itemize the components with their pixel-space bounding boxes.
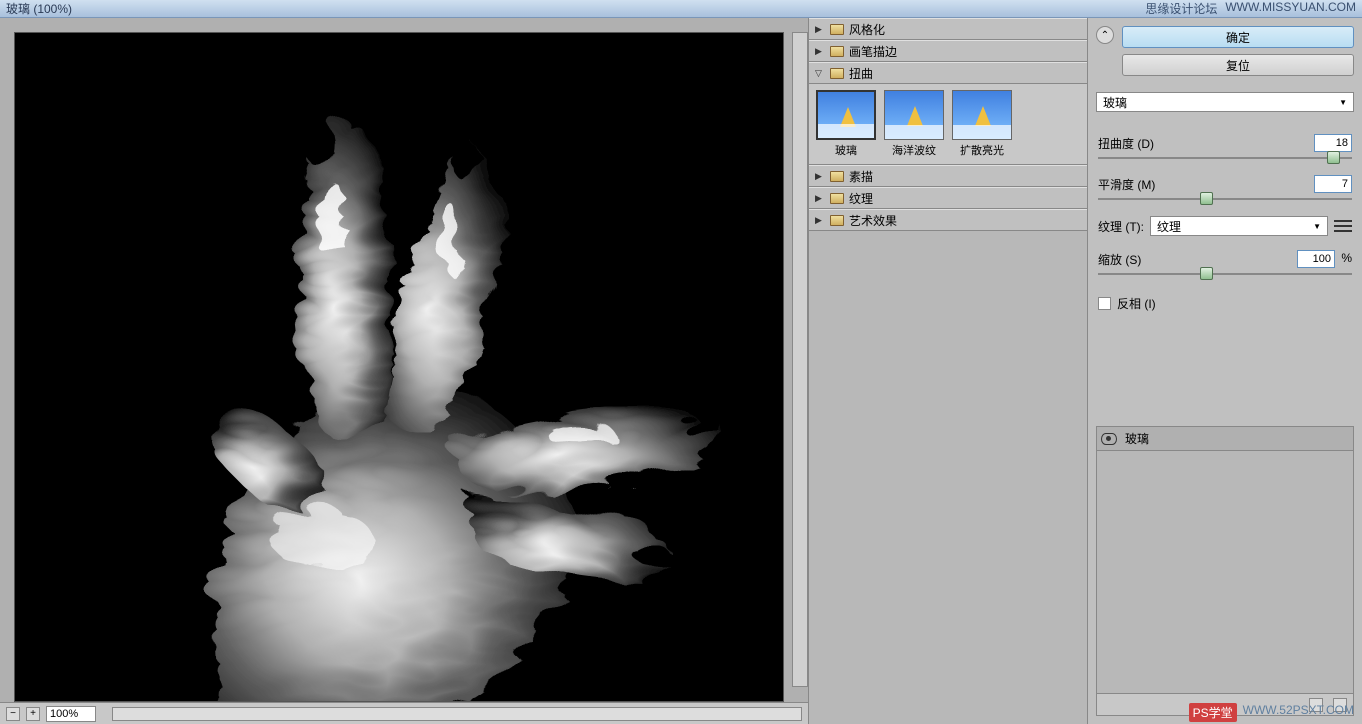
tree-label: 扭曲	[849, 65, 873, 82]
texture-select[interactable]: 纹理	[1150, 216, 1328, 236]
folder-icon	[830, 46, 844, 57]
expand-arrow-icon: ▶	[815, 46, 825, 57]
branding: 思缘设计论坛 WWW.MISSYUAN.COM	[1145, 0, 1356, 17]
param-smoothness: 平滑度 (M)	[1098, 175, 1352, 202]
zoom-field[interactable]	[46, 706, 96, 722]
effect-layers-panel: 玻璃	[1096, 426, 1354, 716]
invert-label: 反相 (I)	[1117, 295, 1156, 312]
params-panel: 扭曲度 (D) 平滑度 (M)	[1096, 126, 1354, 418]
tree-label: 素描	[849, 168, 873, 185]
collapse-arrow-icon: ▽	[815, 68, 825, 79]
reset-button[interactable]: 复位	[1122, 54, 1354, 76]
tree-item-texture[interactable]: ▶ 纹理	[809, 187, 1087, 209]
folder-icon	[830, 68, 844, 79]
preview-canvas[interactable]	[14, 32, 784, 702]
forum-url: WWW.MISSYUAN.COM	[1225, 0, 1356, 17]
param-invert: 反相 (I)	[1098, 295, 1352, 312]
texture-label: 纹理 (T):	[1098, 218, 1144, 235]
layer-row[interactable]: 玻璃	[1097, 427, 1353, 451]
slider-thumb[interactable]	[1200, 192, 1213, 205]
scaling-value[interactable]	[1297, 250, 1335, 268]
param-scaling: 缩放 (S) %	[1098, 250, 1352, 277]
main-area: − + ▶ 风格化 ▶ 画笔描边 ▽	[0, 18, 1362, 724]
thumb-image	[952, 90, 1012, 140]
canvas-wrap	[0, 18, 808, 702]
thumb-label: 玻璃	[835, 142, 857, 158]
folder-icon	[830, 24, 844, 35]
smoothness-label: 平滑度 (M)	[1098, 176, 1155, 193]
folder-icon	[830, 215, 844, 226]
smoothness-slider[interactable]	[1098, 196, 1352, 202]
watermark-url: WWW.52PSXT.COM	[1243, 703, 1354, 722]
tree-label: 风格化	[849, 21, 885, 38]
invert-checkbox[interactable]	[1098, 297, 1111, 310]
ok-label: 确定	[1226, 29, 1250, 46]
filter-tree: ▶ 风格化 ▶ 画笔描边 ▽ 扭曲 玻璃	[809, 18, 1087, 231]
tree-item-distort[interactable]: ▽ 扭曲	[809, 62, 1087, 84]
thumb-image	[884, 90, 944, 140]
tree-label: 纹理	[849, 190, 873, 207]
param-distortion: 扭曲度 (D)	[1098, 134, 1352, 161]
tree-item-stylize[interactable]: ▶ 风格化	[809, 18, 1087, 40]
texture-value: 纹理	[1157, 218, 1181, 235]
visibility-eye-icon[interactable]	[1101, 433, 1117, 445]
reset-label: 复位	[1226, 57, 1250, 74]
thumb-label: 扩散亮光	[960, 142, 1004, 158]
filter-gallery-window: 玻璃 (100%) 思缘设计论坛 WWW.MISSYUAN.COM	[0, 0, 1362, 724]
thumb-image	[816, 90, 876, 140]
param-texture: 纹理 (T): 纹理	[1098, 216, 1352, 236]
watermark-badge: PS学堂	[1189, 703, 1237, 722]
preview-bottom-bar: − +	[0, 702, 808, 724]
filter-thumb-ocean-ripple[interactable]: 海洋波纹	[883, 90, 945, 158]
folder-icon	[830, 171, 844, 182]
watermark: PS学堂 WWW.52PSXT.COM	[1189, 703, 1354, 722]
distortion-value[interactable]	[1314, 134, 1352, 152]
tree-item-sketch[interactable]: ▶ 素描	[809, 165, 1087, 187]
folder-icon	[830, 193, 844, 204]
top-button-row: ⌃ 确定 复位	[1096, 26, 1354, 76]
window-title: 玻璃 (100%)	[6, 0, 72, 17]
slider-thumb[interactable]	[1200, 267, 1213, 280]
expand-arrow-icon: ▶	[815, 24, 825, 35]
tree-label: 画笔描边	[849, 43, 897, 60]
options-column: ⌃ 确定 复位 玻璃 扭曲度 (D)	[1088, 18, 1362, 724]
tree-item-artistic[interactable]: ▶ 艺术效果	[809, 209, 1087, 231]
layers-body	[1097, 451, 1353, 693]
filter-tree-column: ▶ 风格化 ▶ 画笔描边 ▽ 扭曲 玻璃	[808, 18, 1088, 724]
tree-item-brushstrokes[interactable]: ▶ 画笔描边	[809, 40, 1087, 62]
distort-filters-grid: 玻璃 海洋波纹 扩散亮光	[809, 84, 1087, 165]
distortion-slider[interactable]	[1098, 155, 1352, 161]
filter-thumb-diffuse-glow[interactable]: 扩散亮光	[951, 90, 1013, 158]
tree-label: 艺术效果	[849, 212, 897, 229]
preview-hscroll[interactable]	[112, 707, 802, 721]
thumb-label: 海洋波纹	[892, 142, 936, 158]
filter-select[interactable]: 玻璃	[1096, 92, 1354, 112]
texture-menu-icon[interactable]	[1334, 220, 1352, 232]
ok-button[interactable]: 确定	[1122, 26, 1354, 48]
preview-image	[15, 33, 783, 701]
titlebar: 玻璃 (100%) 思缘设计论坛 WWW.MISSYUAN.COM	[0, 0, 1362, 18]
forum-name: 思缘设计论坛	[1145, 0, 1217, 17]
distortion-label: 扭曲度 (D)	[1098, 135, 1154, 152]
zoom-out-button[interactable]: −	[6, 707, 20, 721]
scaling-slider[interactable]	[1098, 271, 1352, 277]
scaling-unit: %	[1341, 251, 1352, 265]
preview-vscroll[interactable]	[792, 32, 808, 687]
slider-thumb[interactable]	[1327, 151, 1340, 164]
filter-select-value: 玻璃	[1103, 94, 1127, 111]
layer-name: 玻璃	[1125, 430, 1149, 447]
smoothness-value[interactable]	[1314, 175, 1352, 193]
preview-column: − +	[0, 18, 808, 724]
expand-arrow-icon: ▶	[815, 171, 825, 182]
expand-arrow-icon: ▶	[815, 193, 825, 204]
scaling-label: 缩放 (S)	[1098, 251, 1141, 268]
zoom-in-button[interactable]: +	[26, 707, 40, 721]
expand-arrow-icon: ▶	[815, 215, 825, 226]
filter-thumb-glass[interactable]: 玻璃	[815, 90, 877, 158]
collapse-panel-button[interactable]: ⌃	[1096, 26, 1114, 44]
